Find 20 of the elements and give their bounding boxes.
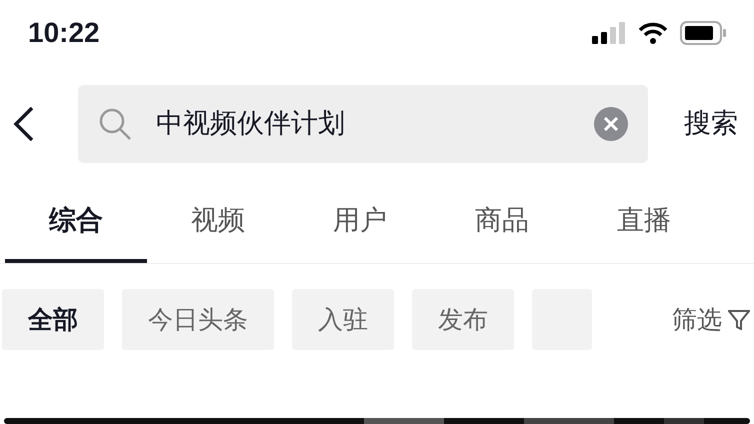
filter-chip[interactable]: 入驻: [292, 289, 394, 350]
filter-chip[interactable]: 发布: [412, 289, 514, 350]
signal-icon: [592, 22, 626, 44]
search-button[interactable]: 搜索: [684, 104, 738, 144]
tab[interactable]: 视频: [147, 201, 289, 263]
back-icon: [12, 106, 36, 142]
tab[interactable]: 商品: [431, 201, 573, 263]
wifi-icon: [638, 22, 668, 44]
search-query: 中视频伙伴计划: [156, 106, 346, 141]
filter-chip[interactable]: 今日头条: [122, 289, 274, 350]
tab[interactable]: 用户: [289, 201, 431, 263]
search-field[interactable]: 中视频伙伴计划: [78, 85, 648, 163]
search-icon: [98, 107, 132, 141]
tab[interactable]: 综合: [5, 201, 147, 263]
filter-chip[interactable]: 全部: [2, 289, 104, 350]
clear-icon[interactable]: [594, 107, 628, 141]
funnel-icon: [728, 310, 750, 330]
tab[interactable]: 直播: [573, 201, 715, 263]
status-time: 10:22: [28, 16, 100, 50]
battery-icon: [680, 20, 726, 44]
